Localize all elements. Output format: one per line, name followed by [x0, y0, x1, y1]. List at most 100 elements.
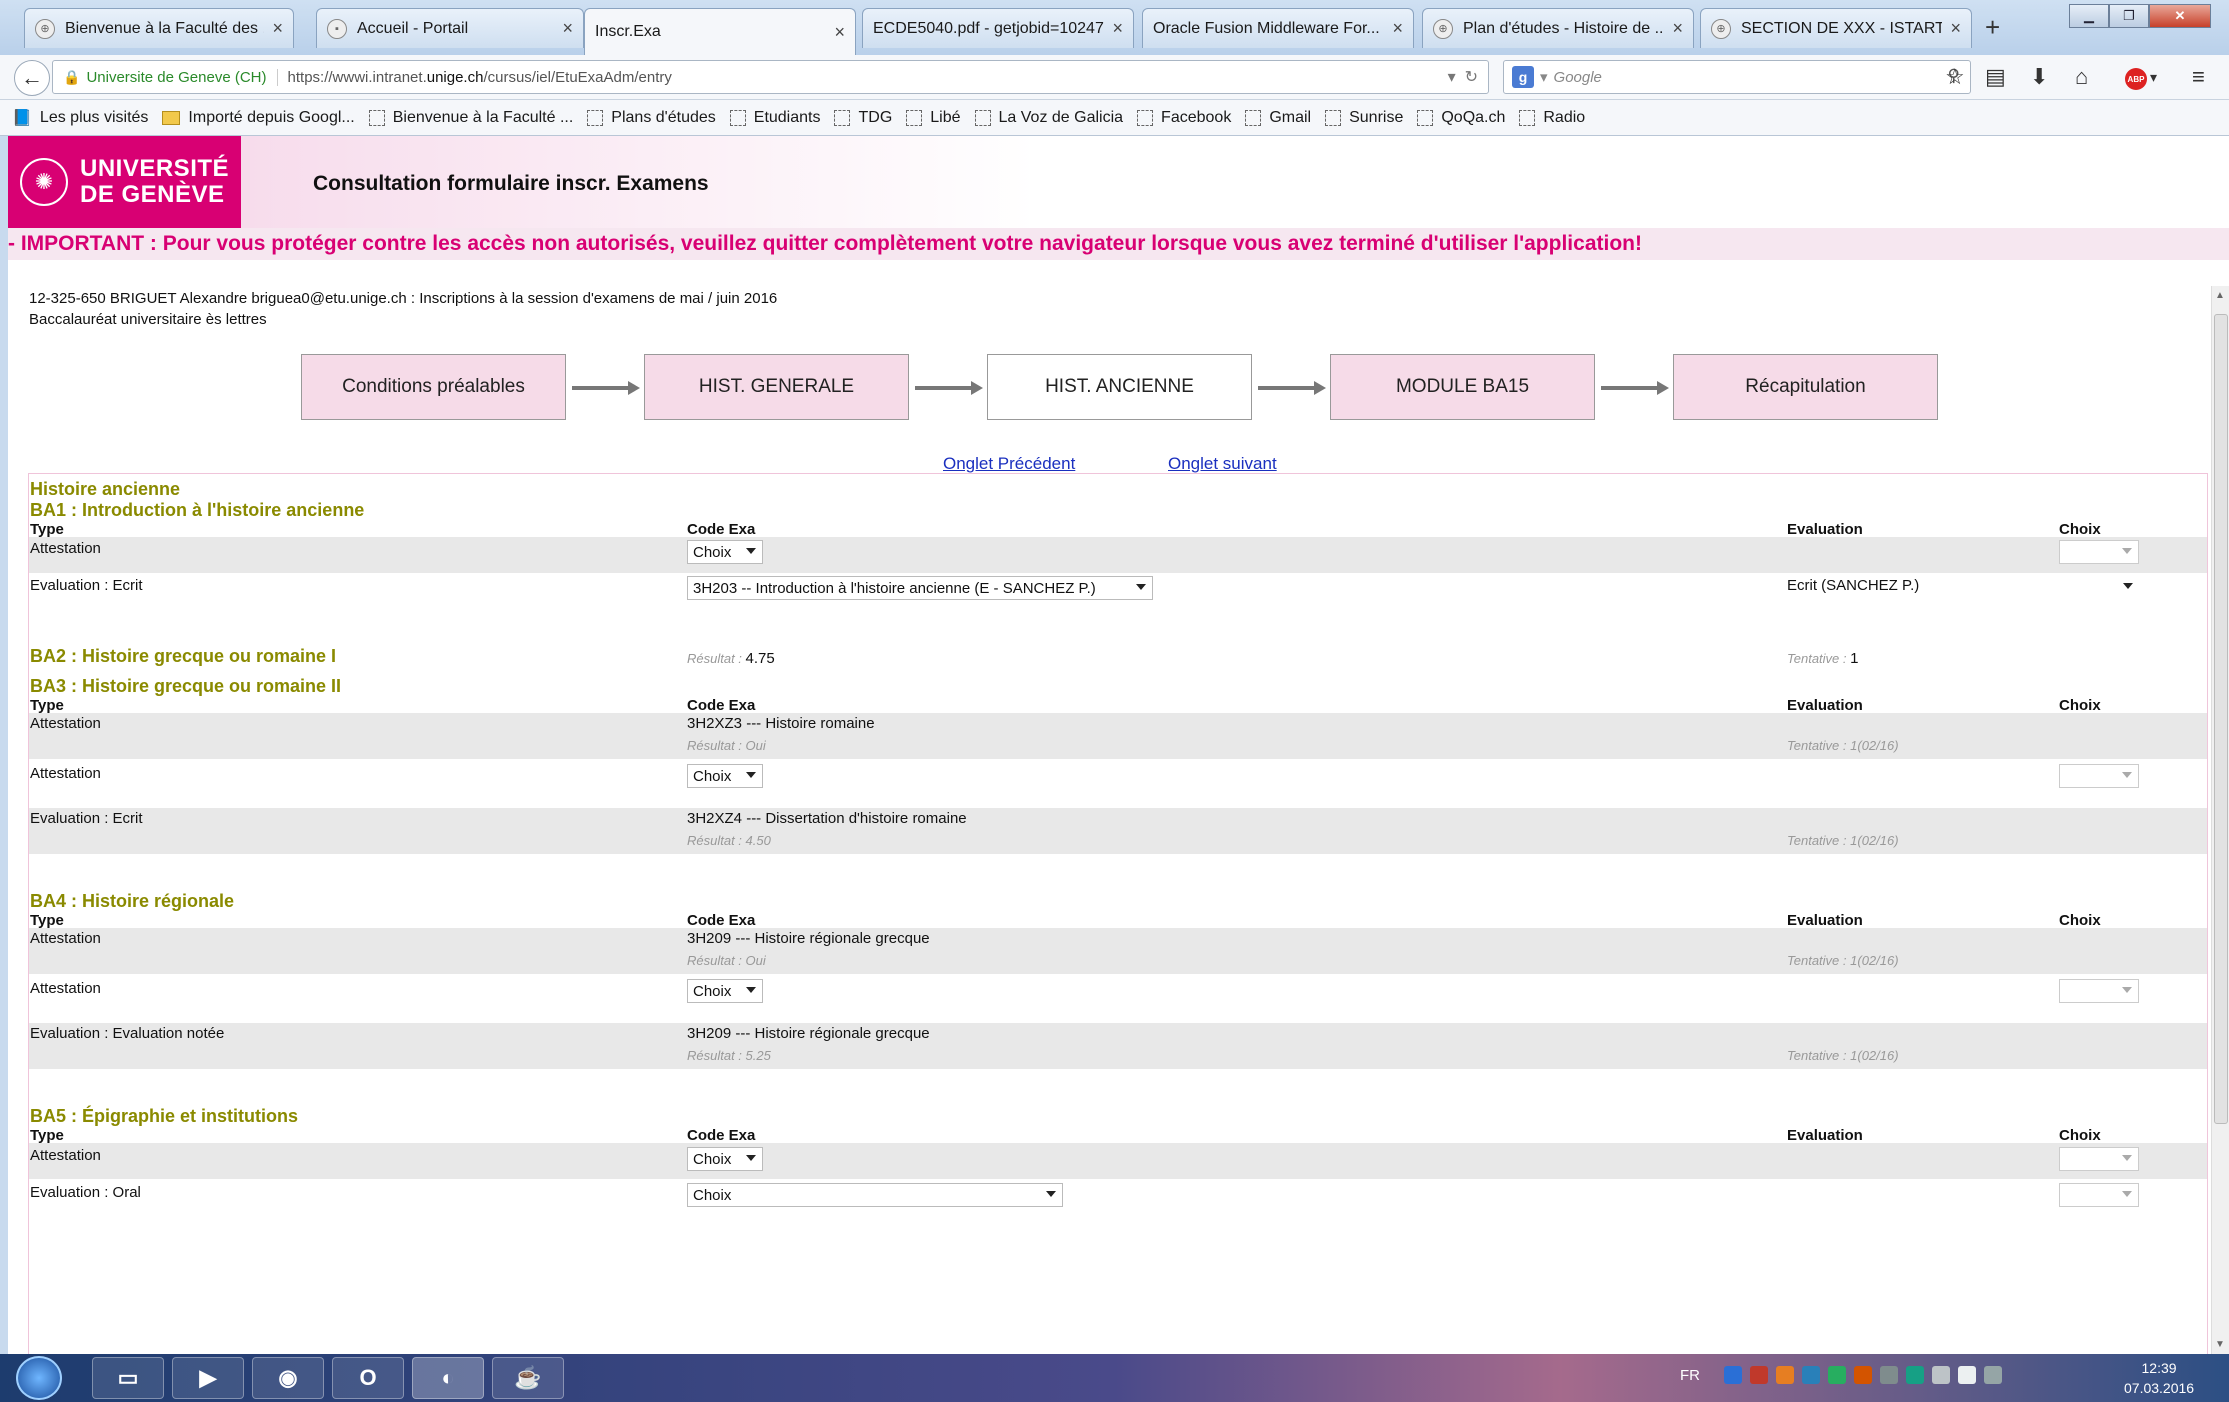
- choix-select[interactable]: [2059, 764, 2139, 788]
- language-indicator[interactable]: FR: [1680, 1367, 1700, 1384]
- vertical-scrollbar[interactable]: ▲ ▼: [2211, 286, 2229, 1354]
- arrow-icon: [572, 381, 640, 395]
- bookmark-item[interactable]: Sunrise: [1325, 109, 1403, 127]
- scroll-down-icon[interactable]: ▼: [2215, 1339, 2225, 1350]
- download-icon[interactable]: ⬇: [2030, 64, 2048, 90]
- code-select[interactable]: 3H203 -- Introduction à l'histoire ancie…: [687, 576, 1153, 600]
- exam-form: Histoire ancienne BA1 : Introduction à l…: [28, 473, 2208, 1354]
- google-icon[interactable]: g: [1512, 66, 1534, 88]
- scrollbar-thumb[interactable]: [2214, 314, 2228, 1124]
- url-bar[interactable]: 🔒 Universite de Geneve (CH) https://wwwi…: [52, 60, 1489, 94]
- close-icon[interactable]: ×: [1392, 18, 1403, 39]
- bookmark-label: Plans d'études: [611, 108, 716, 126]
- bookmark-item[interactable]: Plans d'études: [587, 108, 716, 127]
- bookmark-item[interactable]: TDG: [834, 109, 892, 127]
- bookmark-item[interactable]: Gmail: [1245, 109, 1311, 127]
- outlook-tray-icon[interactable]: [1724, 1366, 1742, 1384]
- search-bar[interactable]: g ▾ Google ⚲: [1503, 60, 1971, 94]
- choix-select[interactable]: [2059, 540, 2139, 564]
- row-resultat: Résultat : Oui: [687, 953, 766, 968]
- close-icon[interactable]: ×: [834, 22, 845, 43]
- student-session-line: 12-325-650 BRIGUET Alexandre briguea0@et…: [29, 290, 778, 307]
- adblock-icon[interactable]: ABP: [2125, 68, 2147, 90]
- next-tab-link[interactable]: Onglet suivant: [1168, 454, 1277, 474]
- scroll-up-icon[interactable]: ▲: [2215, 290, 2225, 301]
- bookmark-item[interactable]: Bienvenue à la Faculté ...: [368, 109, 573, 127]
- seal-icon: ✺: [20, 158, 68, 206]
- code-select[interactable]: Choix: [687, 1183, 1063, 1207]
- abp-dropdown-icon[interactable]: ▾: [2150, 69, 2157, 86]
- tab-3[interactable]: ECDE5040.pdf - getjobid=102477 ×: [862, 8, 1134, 48]
- url-text[interactable]: https://wwwi.intranet.unige.ch/cursus/ie…: [288, 69, 672, 86]
- bookmark-item[interactable]: Radio: [1519, 109, 1585, 127]
- bookmark-most-visited[interactable]: 📘 Les plus visités: [12, 108, 148, 128]
- tab-5[interactable]: ⊕ Plan d'études - Histoire de ... ×: [1422, 8, 1694, 48]
- tab-4[interactable]: Oracle Fusion Middleware For... ×: [1142, 8, 1414, 48]
- close-icon[interactable]: ×: [272, 18, 283, 39]
- firefox-icon[interactable]: ◐: [412, 1357, 484, 1399]
- close-window-button[interactable]: ✕: [2149, 4, 2211, 28]
- tentative-label: Tentative :: [1787, 651, 1847, 666]
- media-player-icon[interactable]: ▶: [172, 1357, 244, 1399]
- minimize-button[interactable]: ▁: [2069, 4, 2109, 28]
- flag-icon[interactable]: [1984, 1366, 2002, 1384]
- app-tray-icon[interactable]: [1802, 1366, 1820, 1384]
- start-button[interactable]: [16, 1356, 62, 1400]
- home-icon[interactable]: ⌂: [2075, 64, 2088, 90]
- step-recapitulation[interactable]: Récapitulation: [1673, 354, 1938, 420]
- code-select[interactable]: Choix: [687, 1147, 763, 1171]
- app-tray-icon[interactable]: [1776, 1366, 1794, 1384]
- bookmark-item[interactable]: QoQa.ch: [1417, 109, 1505, 127]
- bookmark-item[interactable]: Facebook: [1137, 109, 1231, 127]
- reload-icon[interactable]: ▾ ↻: [1448, 67, 1478, 87]
- step-hist-ancienne[interactable]: HIST. ANCIENNE: [987, 354, 1252, 420]
- chrome-icon[interactable]: ◉: [252, 1357, 324, 1399]
- menu-icon[interactable]: ≡: [2192, 64, 2205, 90]
- star-icon[interactable]: ☆: [1945, 64, 1965, 90]
- close-icon[interactable]: ×: [562, 18, 573, 39]
- step-conditions[interactable]: Conditions préalables: [301, 354, 566, 420]
- tab-0[interactable]: ⊕ Bienvenue à la Faculté des ... ×: [24, 8, 294, 48]
- logo-line-2: DE GENÈVE: [80, 181, 225, 208]
- tab-2[interactable]: Inscr.Exa ×: [584, 8, 856, 55]
- network-icon[interactable]: [1932, 1366, 1950, 1384]
- choix-select[interactable]: [2059, 1183, 2139, 1207]
- code-select[interactable]: Choix: [687, 764, 763, 788]
- reading-list-icon[interactable]: ▤: [1985, 64, 2006, 90]
- bookmark-folder-imported[interactable]: Importé depuis Googl...: [162, 109, 355, 127]
- app-tray-icon[interactable]: [1828, 1366, 1846, 1384]
- file-explorer-icon[interactable]: ▭: [92, 1357, 164, 1399]
- choix-select[interactable]: [2059, 979, 2139, 1003]
- code-select[interactable]: Choix: [687, 540, 763, 564]
- maximize-button[interactable]: ❐: [2109, 4, 2149, 28]
- tab-label: Oracle Fusion Middleware For...: [1153, 19, 1380, 37]
- bookmark-item[interactable]: Etudiants: [729, 109, 820, 127]
- choix-select[interactable]: [2059, 1147, 2139, 1171]
- new-tab-button[interactable]: +: [1985, 12, 2000, 43]
- volume-icon[interactable]: [1958, 1366, 1976, 1384]
- shield-icon[interactable]: [1906, 1366, 1924, 1384]
- back-button[interactable]: ←: [14, 60, 50, 96]
- tab-6[interactable]: ⊕ SECTION DE XXX - ISTART-... ×: [1700, 8, 1972, 48]
- eval-select[interactable]: [2117, 576, 2139, 600]
- tab-1[interactable]: ▪ Accueil - Portail ×: [316, 8, 584, 48]
- app-tray-icon[interactable]: [1750, 1366, 1768, 1384]
- step-module-ba15[interactable]: MODULE BA15: [1330, 354, 1595, 420]
- logo-line-1: UNIVERSITÉ: [80, 155, 230, 182]
- bookmark-item[interactable]: La Voz de Galicia: [974, 109, 1123, 127]
- close-icon[interactable]: ×: [1950, 18, 1961, 39]
- app-tray-icon[interactable]: [1880, 1366, 1898, 1384]
- java-icon[interactable]: ☕: [492, 1357, 564, 1399]
- previous-tab-link[interactable]: Onglet Précédent: [943, 454, 1075, 474]
- bookmark-item[interactable]: Libé: [906, 109, 961, 127]
- close-icon[interactable]: ×: [1672, 18, 1683, 39]
- step-hist-generale[interactable]: HIST. GENERALE: [644, 354, 909, 420]
- search-engine-dropdown-icon[interactable]: ▾: [1540, 68, 1548, 86]
- code-select[interactable]: Choix: [687, 979, 763, 1003]
- clock[interactable]: 12:39 07.03.2016: [2124, 1358, 2194, 1398]
- close-icon[interactable]: ×: [1112, 18, 1123, 39]
- outlook-icon[interactable]: O: [332, 1357, 404, 1399]
- row-type: Evaluation : Evaluation notée: [30, 1025, 225, 1042]
- app-tray-icon[interactable]: [1854, 1366, 1872, 1384]
- site-identity[interactable]: Universite de Geneve (CH): [86, 68, 278, 86]
